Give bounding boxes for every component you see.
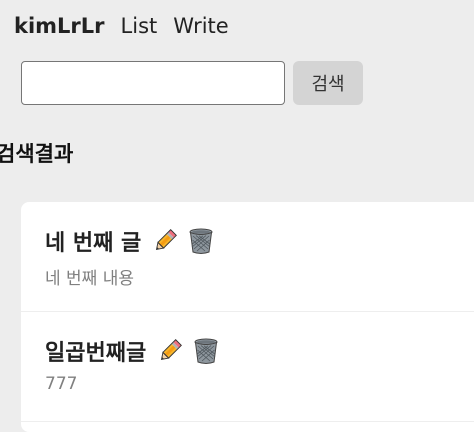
search-form: 검색 [21, 61, 363, 105]
navbar: kimLrLr List Write [14, 10, 229, 42]
search-button[interactable]: 검색 [293, 61, 363, 105]
result-title[interactable]: 네 번째 글 [45, 225, 141, 257]
list-item: 네 번째 글 네 번째 내용 [21, 202, 474, 312]
search-input[interactable] [21, 61, 285, 105]
result-title[interactable]: 일곱번째글 [45, 335, 146, 367]
results-list: 네 번째 글 네 번째 내용 일곱번째글 777 [21, 202, 474, 432]
nav-link-write[interactable]: Write [173, 14, 228, 38]
result-content: 777 [45, 374, 78, 394]
result-content: 네 번째 내용 [45, 269, 135, 289]
list-item: 일곱번째글 777 [21, 312, 474, 422]
pencil-icon[interactable] [155, 336, 185, 366]
result-title-row: 일곱번째글 [45, 334, 474, 368]
wastebasket-icon[interactable] [186, 226, 216, 256]
wastebasket-icon[interactable] [191, 336, 221, 366]
brand-logo[interactable]: kimLrLr [14, 14, 105, 38]
pencil-icon[interactable] [150, 226, 180, 256]
result-title-row: 네 번째 글 [45, 224, 474, 258]
nav-link-list[interactable]: List [121, 14, 158, 38]
results-heading: 검색결과 [0, 142, 74, 166]
